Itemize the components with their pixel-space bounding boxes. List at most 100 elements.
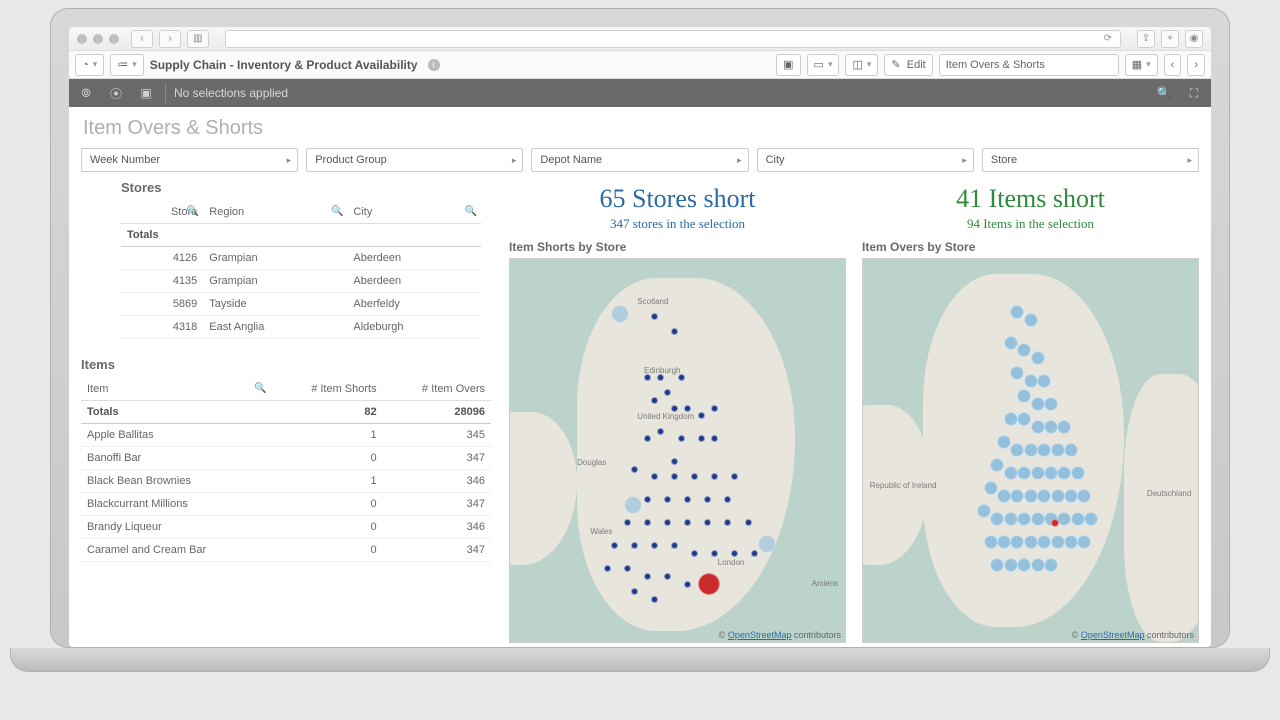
filter-depot-name[interactable]: Depot Name▸ bbox=[531, 148, 748, 172]
map-label: Republic of Ireland bbox=[870, 481, 937, 490]
map-dot bbox=[1024, 374, 1038, 388]
map-dot bbox=[684, 581, 691, 588]
osm-link[interactable]: OpenStreetMap bbox=[728, 630, 792, 640]
items-title: Items bbox=[81, 357, 491, 372]
selection-forward-icon[interactable]: ⦿ bbox=[105, 82, 127, 104]
col-region[interactable]: Region🔍 bbox=[203, 201, 347, 224]
maximize-window-icon[interactable] bbox=[109, 34, 119, 44]
map-dot bbox=[984, 535, 998, 549]
table-row[interactable]: Apple Ballitas1345 bbox=[81, 424, 491, 447]
map-dot bbox=[631, 542, 638, 549]
table-row-totals: Totals bbox=[121, 224, 481, 247]
edit-button[interactable]: ✎ Edit bbox=[884, 54, 932, 76]
items-table[interactable]: Item🔍 # Item Shorts # Item Overs Totals … bbox=[81, 378, 491, 562]
items-panel: Items Item🔍 # Item Shorts # Item Overs T bbox=[81, 357, 491, 562]
info-icon[interactable]: i bbox=[428, 59, 440, 71]
browser-forward-button[interactable]: › bbox=[159, 30, 181, 48]
shield-icon[interactable]: ◉ bbox=[1185, 30, 1203, 48]
filter-city[interactable]: City▸ bbox=[757, 148, 974, 172]
sheet-selector[interactable]: Item Overs & Shorts bbox=[939, 54, 1119, 76]
map-overs: Item Overs by Store Republic of Ireland … bbox=[862, 240, 1199, 643]
filter-store[interactable]: Store▸ bbox=[982, 148, 1199, 172]
col-city[interactable]: City🔍 bbox=[347, 201, 481, 224]
table-row[interactable]: 5869TaysideAberfeldy bbox=[121, 293, 481, 316]
selection-back-icon[interactable]: ⦾ bbox=[75, 82, 97, 104]
col-shorts[interactable]: # Item Shorts bbox=[271, 378, 383, 401]
map-dot bbox=[1051, 443, 1065, 457]
app-toolbar: ◔▾ ≔▾ Supply Chain - Inventory & Product… bbox=[69, 51, 1211, 79]
refresh-icon[interactable]: ⟳ bbox=[1104, 33, 1112, 44]
table-row[interactable]: 4318East AngliaAldeburgh bbox=[121, 316, 481, 339]
snapshot-button[interactable]: ▣ bbox=[776, 54, 800, 76]
table-row[interactable]: 4126GrampianAberdeen bbox=[121, 247, 481, 270]
search-icon: 🔍 bbox=[465, 206, 477, 217]
minimize-window-icon[interactable] bbox=[93, 34, 103, 44]
map-dot bbox=[611, 542, 618, 549]
close-window-icon[interactable] bbox=[77, 34, 87, 44]
selection-text: No selections applied bbox=[174, 86, 288, 100]
table-row[interactable]: 4135GrampianAberdeen bbox=[121, 270, 481, 293]
map-canvas-overs[interactable]: Republic of Ireland Deutschland © OpenSt… bbox=[862, 258, 1199, 643]
new-tab-icon[interactable]: + bbox=[1161, 30, 1179, 48]
pencil-icon: ✎ bbox=[891, 58, 900, 71]
address-bar[interactable]: ⟳ bbox=[225, 30, 1121, 48]
present-button[interactable]: ▭▾ bbox=[807, 54, 840, 76]
bookmark-button[interactable]: ◫▾ bbox=[845, 54, 878, 76]
clear-selection-icon[interactable]: ▣ bbox=[135, 82, 157, 104]
map-label: Deutschland bbox=[1147, 489, 1191, 498]
table-row[interactable]: Blackcurrant Millions0347 bbox=[81, 493, 491, 516]
stores-table[interactable]: Store🔍 Region🔍 City🔍 Totals 4126Grampian… bbox=[121, 201, 481, 339]
more-menu-icon[interactable]: ⋮ bbox=[487, 257, 491, 274]
selection-tool-icon[interactable]: ⛶ bbox=[1183, 82, 1205, 104]
map-dot bbox=[1024, 535, 1038, 549]
search-icon: 🔍 bbox=[331, 206, 343, 217]
page-title: Item Overs & Shorts bbox=[69, 107, 1211, 148]
list-menu-button[interactable]: ≔▾ bbox=[110, 54, 144, 76]
map-dot bbox=[1057, 512, 1071, 526]
map-canvas-shorts[interactable]: Scotland Edinburgh United Kingdom Dougla… bbox=[509, 258, 846, 643]
map-dot bbox=[651, 596, 658, 603]
col-store[interactable]: Store🔍 bbox=[121, 201, 203, 224]
map-dot bbox=[1037, 535, 1051, 549]
map-dot bbox=[631, 466, 638, 473]
table-row[interactable]: Banoffi Bar0347 bbox=[81, 447, 491, 470]
map-label: Wales bbox=[590, 527, 612, 536]
map-title: Item Overs by Store bbox=[862, 240, 1199, 254]
search-icon[interactable]: 🔍 bbox=[1153, 82, 1175, 104]
map-dot bbox=[1064, 443, 1078, 457]
kpi-value: 65 Stores short bbox=[509, 184, 846, 214]
nav-menu-button[interactable]: ◔▾ bbox=[75, 54, 104, 76]
table-row[interactable]: Brandy Liqueur0346 bbox=[81, 516, 491, 539]
selection-bar: ⦾ ⦿ ▣ No selections applied 🔍 ⛶ bbox=[69, 79, 1211, 107]
kpi-value: 41 Items short bbox=[862, 184, 1199, 214]
grid-button[interactable]: ▦▾ bbox=[1125, 54, 1158, 76]
table-row[interactable]: Caramel and Cream Bar0347 bbox=[81, 539, 491, 562]
share-icon[interactable]: ⇪ bbox=[1137, 30, 1155, 48]
stores-panel: Stores Store🔍 Region🔍 City🔍 bbox=[81, 180, 491, 339]
map-dot bbox=[1024, 443, 1038, 457]
map-dot bbox=[1037, 443, 1051, 457]
map-dot bbox=[990, 558, 1004, 572]
table-row-totals: Totals 82 28096 bbox=[81, 401, 491, 424]
prev-sheet-button[interactable]: ‹ bbox=[1164, 54, 1182, 76]
browser-back-button[interactable]: ‹ bbox=[131, 30, 153, 48]
map-dot bbox=[1017, 558, 1031, 572]
kpi-items-short: 41 Items short 94 Items in the selection bbox=[862, 180, 1199, 232]
filter-product-group[interactable]: Product Group▸ bbox=[306, 148, 523, 172]
col-item[interactable]: Item🔍 bbox=[81, 378, 271, 401]
map-dot bbox=[990, 512, 1004, 526]
map-dot bbox=[1031, 351, 1045, 365]
map-title: Item Shorts by Store bbox=[509, 240, 846, 254]
map-dot bbox=[1031, 558, 1045, 572]
sidebar-toggle-button[interactable]: ▥ bbox=[187, 30, 209, 48]
osm-link[interactable]: OpenStreetMap bbox=[1081, 630, 1145, 640]
col-overs[interactable]: # Item Overs bbox=[383, 378, 491, 401]
map-dot bbox=[745, 519, 752, 526]
table-row[interactable]: Black Bean Brownies1346 bbox=[81, 470, 491, 493]
filter-week-number[interactable]: Week Number▸ bbox=[81, 148, 298, 172]
map-dot bbox=[657, 428, 664, 435]
next-sheet-button[interactable]: › bbox=[1187, 54, 1205, 76]
filter-row: Week Number▸ Product Group▸ Depot Name▸ Cit… bbox=[69, 148, 1211, 180]
search-icon: 🔍 bbox=[254, 383, 266, 394]
map-dot bbox=[698, 412, 705, 419]
